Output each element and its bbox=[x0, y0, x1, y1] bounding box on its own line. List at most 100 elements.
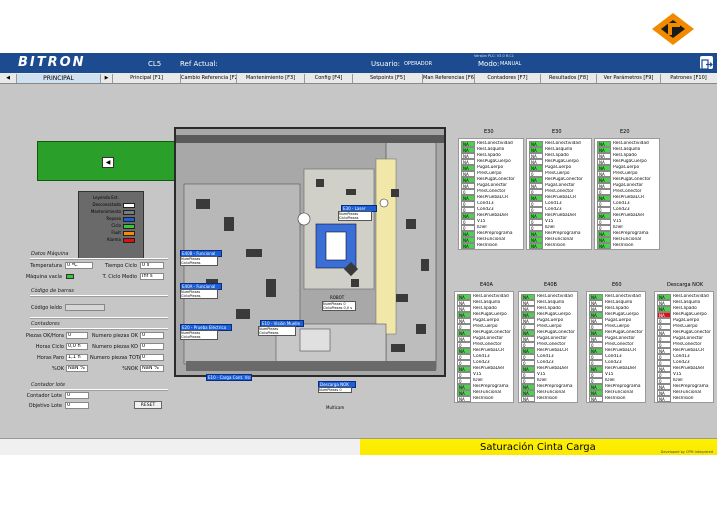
result-label: ResVision bbox=[473, 396, 494, 401]
user-label: Usuario: bbox=[371, 60, 400, 68]
station-e40b-box: NumPiezas CicloPiezas bbox=[180, 256, 218, 266]
tab-patrones[interactable]: Patrones [F10] bbox=[660, 74, 716, 83]
contador-label: %NOK bbox=[122, 366, 138, 372]
result-status: NA bbox=[657, 396, 671, 402]
contador-label: Numero piezas KO bbox=[92, 344, 138, 350]
tab-prev-arrow-icon[interactable]: ◀ bbox=[2, 74, 14, 83]
user-value: OPERADOR bbox=[404, 61, 433, 67]
mode-label: Modo: bbox=[478, 60, 500, 68]
tab-config[interactable]: Config [F4] bbox=[304, 74, 352, 83]
contadores-divider bbox=[30, 328, 168, 330]
contador-value: NaN % bbox=[140, 365, 164, 372]
tab-cambio-referencia[interactable]: Cambio Referencia [F2] bbox=[180, 74, 236, 83]
objetivo-lote-label: Objetivo Lote bbox=[28, 403, 62, 409]
e10v-ciclo-piezas: CicloPiezas bbox=[259, 331, 279, 335]
t-ciclo-medio-label: T. Ciclo Medio bbox=[102, 274, 137, 280]
codigo-barras-bottom bbox=[30, 317, 168, 319]
descarga-nok-box: NumPiezas 0 bbox=[318, 387, 352, 393]
result-label: ResVision bbox=[477, 243, 498, 248]
legend-item-label: Mantenimiento bbox=[90, 209, 121, 214]
robot-ciclo-piezas: CicloPiezas bbox=[323, 306, 343, 310]
legend-item-swatch bbox=[123, 217, 135, 222]
contador-label: %OK bbox=[52, 366, 64, 372]
objetivo-lote-value[interactable]: 0 bbox=[65, 402, 89, 409]
result-panel-title: Descarga NOK bbox=[667, 282, 704, 288]
tab-man-referencias[interactable]: Man Referencias [F6] bbox=[422, 74, 474, 83]
datos-maquina-divider bbox=[30, 258, 168, 260]
result-status: NA bbox=[521, 396, 535, 402]
contador-value: 1,1 h bbox=[66, 354, 88, 361]
contador-label: Numero piezas OK bbox=[91, 333, 138, 339]
contador-label: Piezas OK/Hora bbox=[25, 333, 64, 339]
result-row: NA ResVision bbox=[597, 243, 659, 249]
exit-icon[interactable] bbox=[700, 56, 713, 70]
legend-item-label: Ciclo bbox=[111, 223, 121, 228]
station-e10-carga-label[interactable]: E10 - Carga Cont. Vsn bbox=[206, 374, 252, 381]
result-label: ResVision bbox=[605, 396, 626, 401]
e40a-ciclo-piezas: CicloPiezas bbox=[181, 294, 201, 298]
result-status: NA bbox=[589, 396, 603, 402]
legend-item-swatch bbox=[123, 238, 135, 243]
result-panel-title: E60 bbox=[612, 282, 622, 288]
result-panel: E60 NA ResConectividad NA ResCasquillo NA ResC… bbox=[586, 282, 646, 403]
nok-num-piezas: NumPiezas bbox=[319, 388, 339, 392]
legend-item-swatch bbox=[123, 224, 135, 229]
legend-title: Leyenda Est. bbox=[93, 195, 119, 200]
tab-principal-current[interactable]: PRINCIPAL bbox=[16, 74, 100, 83]
tab-setpoints[interactable]: Setpoints [F5] bbox=[352, 74, 422, 83]
corner-logo-icon bbox=[650, 12, 696, 46]
contador-label: Horas Paro bbox=[37, 355, 64, 361]
contador-value: 0 bbox=[66, 332, 88, 339]
result-row: NA ResVision bbox=[589, 396, 651, 402]
result-panel-title: E30 bbox=[552, 129, 562, 135]
result-row: NA ResVision bbox=[529, 243, 591, 249]
model-label: CL5 bbox=[148, 60, 162, 68]
contador-label: Numero piezas TOTAL bbox=[90, 355, 145, 361]
mode-value: MANUAL bbox=[500, 61, 522, 67]
e20-ciclo-piezas: CicloPiezas bbox=[181, 335, 201, 339]
legend-item-label: Desconectado bbox=[92, 202, 121, 207]
station-e10-vision-box: NumPiezas CicloPiezas bbox=[258, 326, 296, 336]
tab-contadores[interactable]: Contadores [F7] bbox=[474, 74, 540, 83]
result-label: ResVision bbox=[673, 396, 694, 401]
station-e40a-box: NumPiezas CicloPiezas bbox=[180, 289, 218, 299]
contador-value: NaN % bbox=[66, 365, 88, 372]
datos-maquina-title: Datos Máquina bbox=[31, 251, 69, 257]
hmi-window: BITRON CL5 Ref Actual: Usuario: OPERADOR… bbox=[0, 53, 717, 455]
legend-item-label: Fault bbox=[111, 230, 121, 235]
tab-resultados[interactable]: Resultados [F8] bbox=[540, 74, 596, 83]
legend-item-swatch bbox=[123, 203, 135, 208]
legend-item-swatch bbox=[123, 231, 135, 236]
tab-ver-parametros[interactable]: Ver Parámetros [F9] bbox=[596, 74, 660, 83]
result-panel: E30 NA ResConectividad NA ResCasquillo NA ResC… bbox=[458, 129, 524, 250]
nok-num-value: 0 bbox=[339, 388, 342, 392]
result-row: NA ResVision bbox=[457, 396, 519, 402]
legend-item-swatch bbox=[123, 210, 135, 215]
result-label: ResVision bbox=[545, 243, 566, 248]
contador-value: 0 bbox=[140, 343, 164, 350]
reset-button[interactable]: RESET bbox=[134, 401, 162, 409]
footer-credit: Developed by CPM Integrated bbox=[660, 450, 713, 454]
legend-item-label: Alarma bbox=[106, 237, 121, 242]
result-label: ResVision bbox=[537, 396, 558, 401]
ref-actual-label: Ref Actual: bbox=[180, 60, 218, 68]
contador-lote-title: Contador lote bbox=[31, 382, 66, 388]
robot-label: ROBOT bbox=[330, 295, 345, 300]
tab-principal[interactable]: Principal [F1] bbox=[112, 74, 180, 83]
tab-bar: ◀ PRINCIPAL ▶ Principal [F1] Cambio Refe… bbox=[0, 73, 717, 84]
contador-lote-divider bbox=[30, 389, 168, 391]
alarm-message: Saturación Cinta Carga bbox=[480, 442, 596, 453]
robot-box: NumPiezas 0 CicloPiezas 0,0 s bbox=[322, 301, 356, 311]
result-row: NA ResVision bbox=[461, 243, 523, 249]
result-status: NA bbox=[597, 243, 611, 249]
contador-label: Horas Ciclo bbox=[35, 344, 64, 350]
contador-lote-label: Contador Lote bbox=[26, 393, 62, 399]
codigo-leido-value bbox=[65, 304, 105, 311]
result-panel: E30 NA ResConectividad NA ResCasquillo NA ResC… bbox=[526, 129, 592, 250]
header-bar: BITRON CL5 Ref Actual: Usuario: OPERADOR… bbox=[0, 53, 717, 73]
tab-next-arrow-icon[interactable]: ▶ bbox=[100, 74, 112, 83]
tab-mantenimiento[interactable]: Mantenimiento [F3] bbox=[236, 74, 304, 83]
result-row: NA ResVision bbox=[657, 396, 717, 402]
maquina-vacia-indicator bbox=[66, 274, 74, 279]
station-e20-box: NumPiezas CicloPiezas bbox=[180, 330, 218, 340]
